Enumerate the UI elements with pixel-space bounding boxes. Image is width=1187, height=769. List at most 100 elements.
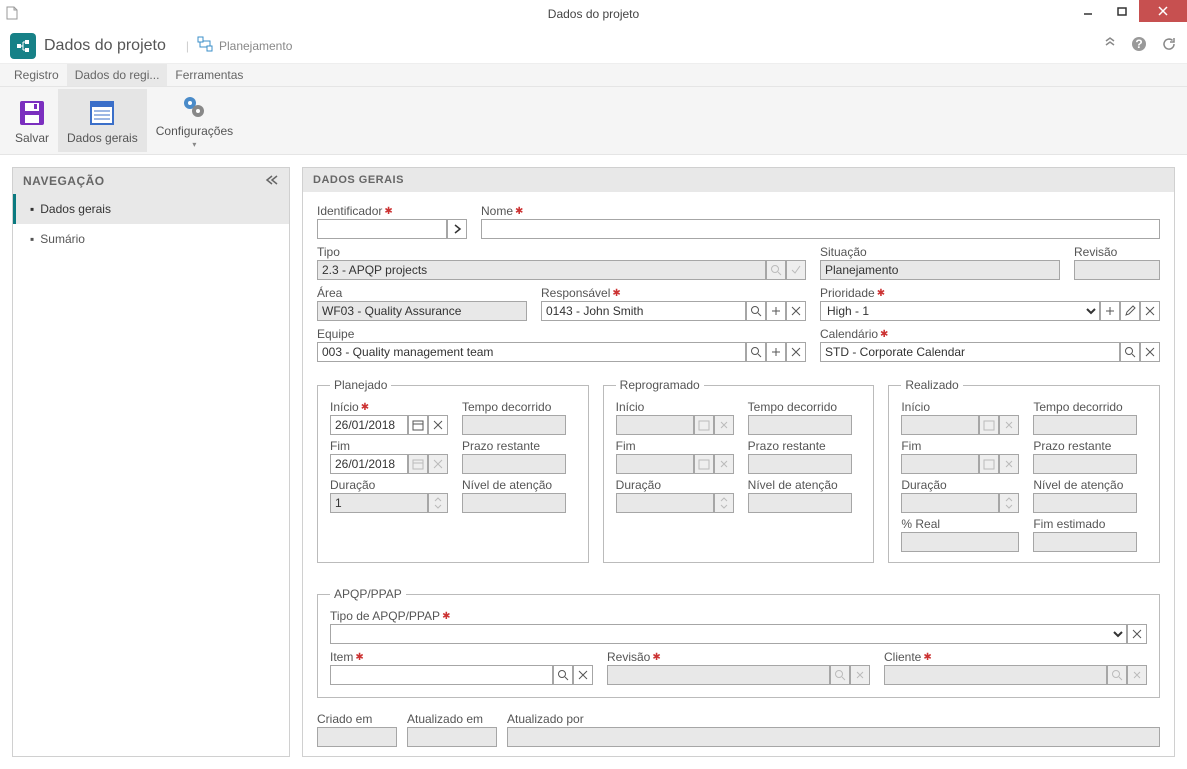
apqp-client-search-button	[1107, 665, 1127, 685]
sidebar-item-general[interactable]: ▪Dados gerais	[13, 194, 289, 224]
save-icon	[16, 97, 48, 129]
window-title: Dados do projeto	[0, 7, 1187, 21]
id-input[interactable]	[317, 219, 447, 239]
maximize-button[interactable]	[1105, 0, 1139, 22]
done-start-clear-button	[999, 415, 1019, 435]
responsible-clear-button[interactable]	[786, 301, 806, 321]
ribbon-tab-registro[interactable]: Registro	[6, 64, 67, 86]
updated-input	[407, 727, 497, 747]
planned-start-label: Início✱	[330, 400, 448, 414]
team-input[interactable]	[317, 342, 746, 362]
resched-remaining-label: Prazo restante	[748, 439, 862, 453]
done-elapsed-input	[1033, 415, 1137, 435]
ribbon-save-label: Salvar	[15, 131, 49, 145]
resched-attention-input	[748, 493, 852, 513]
planned-start-calendar-icon[interactable]	[408, 415, 428, 435]
situation-label: Situação	[820, 245, 1060, 259]
apqp-client-input	[884, 665, 1107, 685]
resched-attention-label: Nível de atenção	[748, 478, 862, 492]
team-label: Equipe	[317, 327, 806, 341]
apqp-item-clear-button[interactable]	[573, 665, 593, 685]
apqp-rev-label: Revisão✱	[607, 650, 870, 664]
planned-end-calendar-icon	[408, 454, 428, 474]
revision-label: Revisão	[1074, 245, 1160, 259]
ribbon-tabs: Registro Dados do regi... Ferramentas	[0, 64, 1187, 87]
done-attention-label: Nível de atenção	[1033, 478, 1147, 492]
sidebar-item-label: Dados gerais	[40, 202, 111, 216]
gear-icon	[178, 92, 210, 122]
planned-end-input[interactable]	[330, 454, 408, 474]
apqp-type-select[interactable]	[330, 624, 1127, 644]
done-fieldset: Realizado Início Tempo decorrido	[888, 378, 1160, 563]
chevron-down-icon: ▾	[192, 140, 196, 149]
resched-remaining-input	[748, 454, 852, 474]
planned-start-clear-button[interactable]	[428, 415, 448, 435]
ribbon-general-label: Dados gerais	[67, 131, 138, 145]
done-pct-label: % Real	[901, 517, 1019, 531]
ribbon: Salvar Dados gerais Configurações ▾	[0, 87, 1187, 155]
planned-start-input[interactable]	[330, 415, 408, 435]
apqp-rev-search-button	[830, 665, 850, 685]
updated-label: Atualizado em	[407, 712, 497, 726]
ribbon-config-button[interactable]: Configurações ▾	[147, 89, 242, 152]
planned-attention-label: Nível de atenção	[462, 478, 576, 492]
done-remaining-input	[1033, 454, 1137, 474]
id-next-button[interactable]	[447, 219, 467, 239]
collapse-header-icon[interactable]	[1103, 36, 1117, 55]
help-icon[interactable]: ?	[1131, 36, 1147, 55]
team-add-button[interactable]	[766, 342, 786, 362]
collapse-sidebar-icon[interactable]	[265, 174, 279, 188]
rescheduled-legend: Reprogramado	[616, 378, 704, 392]
responsible-input[interactable]	[541, 301, 746, 321]
form-icon	[86, 97, 118, 129]
ribbon-save-button[interactable]: Salvar	[6, 89, 58, 152]
priority-clear-button[interactable]	[1140, 301, 1160, 321]
done-est-end-label: Fim estimado	[1033, 517, 1147, 531]
created-input	[317, 727, 397, 747]
done-duration-spinner	[999, 493, 1019, 513]
name-label: Nome✱	[481, 204, 1160, 218]
done-end-label: Fim	[901, 439, 1019, 453]
resched-start-input	[616, 415, 694, 435]
calendar-input[interactable]	[820, 342, 1120, 362]
ribbon-tab-ferramentas[interactable]: Ferramentas	[167, 64, 251, 86]
calendar-clear-button[interactable]	[1140, 342, 1160, 362]
close-button[interactable]	[1139, 0, 1187, 22]
done-legend: Realizado	[901, 378, 962, 392]
calendar-search-button[interactable]	[1120, 342, 1140, 362]
apqp-rev-input	[607, 665, 830, 685]
updated-by-input	[507, 727, 1160, 747]
ribbon-general-button[interactable]: Dados gerais	[58, 89, 147, 152]
responsible-search-button[interactable]	[746, 301, 766, 321]
priority-edit-button[interactable]	[1120, 301, 1140, 321]
done-attention-input	[1033, 493, 1137, 513]
id-label: Identificador✱	[317, 204, 467, 218]
ribbon-tab-dados[interactable]: Dados do regi...	[67, 64, 168, 86]
sidebar-item-summary[interactable]: ▪Sumário	[13, 224, 289, 254]
team-clear-button[interactable]	[786, 342, 806, 362]
planned-legend: Planejado	[330, 378, 391, 392]
apqp-type-clear-button[interactable]	[1127, 624, 1147, 644]
apqp-item-label: Item✱	[330, 650, 593, 664]
apqp-item-search-button[interactable]	[553, 665, 573, 685]
name-input[interactable]	[481, 219, 1160, 239]
situation-input	[820, 260, 1060, 280]
done-pct-input	[901, 532, 1019, 552]
responsible-label: Responsável✱	[541, 286, 806, 300]
apqp-rev-clear-button	[850, 665, 870, 685]
priority-add-button[interactable]	[1100, 301, 1120, 321]
apqp-type-label: Tipo de APQP/PPAP✱	[330, 609, 1147, 623]
breadcrumb-mode-label: Planejamento	[219, 39, 292, 53]
content-header: DADOS GERAIS	[303, 168, 1174, 192]
team-search-button[interactable]	[746, 342, 766, 362]
refresh-icon[interactable]	[1161, 36, 1177, 55]
apqp-item-input[interactable]	[330, 665, 553, 685]
done-remaining-label: Prazo restante	[1033, 439, 1147, 453]
minimize-button[interactable]	[1071, 0, 1105, 22]
done-start-calendar-icon	[979, 415, 999, 435]
content-panel: DADOS GERAIS Identificador✱ Nome✱	[302, 167, 1175, 757]
planned-duration-spinner	[428, 493, 448, 513]
apqp-client-label: Cliente✱	[884, 650, 1147, 664]
priority-select[interactable]: High - 1	[820, 301, 1100, 321]
responsible-add-button[interactable]	[766, 301, 786, 321]
